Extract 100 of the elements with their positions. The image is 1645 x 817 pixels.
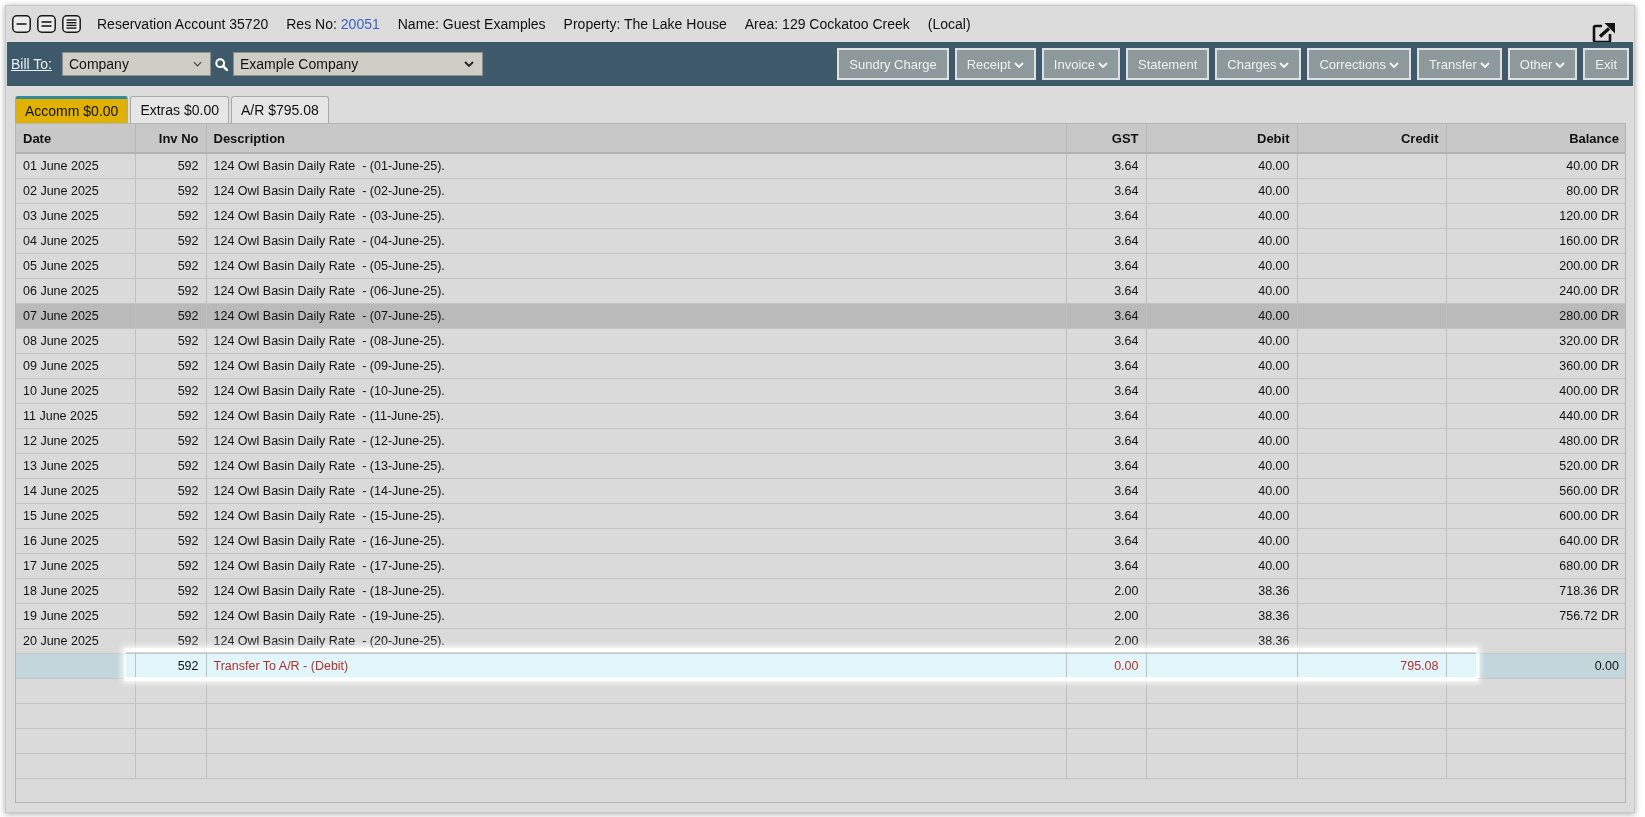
chevron-down-icon: [1098, 62, 1108, 68]
bill-to-link[interactable]: Bill To:: [11, 56, 52, 72]
balance-cell: 120.00 DR: [1446, 203, 1625, 229]
tab[interactable]: A/R $795.08: [231, 96, 329, 123]
invoice-number-cell: 592: [135, 153, 206, 179]
invoice-number-cell: 592: [135, 328, 206, 354]
balance-cell: 756.72 DR: [1446, 603, 1625, 629]
invoice-number-cell: 592: [135, 578, 206, 604]
table-row[interactable]: 09 June 2025 592 124 Owl Basin Daily Rate - (09-June-25). 3.64 40.00 360.00 DR: [16, 353, 1625, 379]
tab[interactable]: Accomm $0.00: [15, 96, 129, 123]
table-row[interactable]: 03 June 2025 592 124 Owl Basin Daily Rate - (03-June-25). 3.64 40.00 120.00 DR: [16, 203, 1625, 229]
balance-cell: 440.00 DR: [1446, 403, 1625, 429]
table-row[interactable]: 16 June 2025 592 124 Owl Basin Daily Rate - (16-June-25). 3.64 40.00 640.00 DR: [16, 528, 1625, 554]
chevron-down-icon: [1479, 62, 1490, 68]
account-title: Reservation Account 35720: [97, 16, 269, 32]
date-cell: 14 June 2025: [16, 478, 135, 504]
date-cell: 08 June 2025: [16, 328, 135, 354]
invoice-number-cell: 592: [135, 378, 206, 404]
gst-cell: 3.64: [1066, 253, 1146, 279]
debit-cell: 40.00: [1146, 528, 1297, 554]
date-cell: 18 June 2025: [16, 578, 135, 604]
description-cell: 124 Owl Basin Daily Rate - (05-June-25).: [206, 253, 1066, 279]
table-row[interactable]: 19 June 2025 592 124 Owl Basin Daily Rate - (19-June-25). 2.00 38.36 756.72 DR: [16, 603, 1625, 629]
balance-cell: 400.00 DR: [1446, 378, 1625, 404]
debit-cell: 40.00: [1146, 278, 1297, 304]
description-cell: 124 Owl Basin Daily Rate - (06-June-25).: [206, 278, 1066, 304]
balance-cell: 718.36 DR: [1446, 578, 1625, 604]
invoice-number-cell: 592: [135, 478, 206, 504]
table-row[interactable]: 10 June 2025 592 124 Owl Basin Daily Rate - (10-June-25). 3.64 40.00 400.00 DR: [16, 378, 1625, 404]
debit-cell: 40.00: [1146, 478, 1297, 504]
table-row[interactable]: 14 June 2025 592 124 Owl Basin Daily Rate - (14-June-25). 3.64 40.00 560.00 DR: [16, 478, 1625, 504]
debit-cell: 40.00: [1146, 253, 1297, 279]
table-row[interactable]: 02 June 2025 592 124 Owl Basin Daily Rate - (02-June-25). 3.64 40.00 80.00 DR: [16, 178, 1625, 204]
column-header[interactable]: Date: [16, 124, 135, 153]
invoice-number-cell: 592: [135, 228, 206, 254]
invoice-number-cell: 592: [135, 278, 206, 304]
res-no-link[interactable]: 20051: [340, 16, 380, 32]
debit-cell: 40.00: [1146, 378, 1297, 404]
tab[interactable]: Extras $0.00: [130, 96, 229, 123]
invoice-number-cell: 592: [135, 303, 206, 329]
guest-name: Name: Guest Examples: [397, 16, 546, 32]
table-row[interactable]: 01 June 2025 592 124 Owl Basin Daily Rate - (01-June-25). 3.64 40.00 40.00 DR: [16, 153, 1625, 179]
description-cell: 124 Owl Basin Daily Rate - (15-June-25).: [206, 503, 1066, 529]
debit-cell: 40.00: [1146, 428, 1297, 454]
table-row[interactable]: 04 June 2025 592 124 Owl Basin Daily Rate - (04-June-25). 3.64 40.00 160.00 DR: [16, 228, 1625, 254]
gst-cell: 2.00: [1066, 603, 1146, 629]
column-header[interactable]: Debit: [1146, 124, 1297, 153]
balance-cell: 600.00 DR: [1446, 503, 1625, 529]
description-cell: 124 Owl Basin Daily Rate - (03-June-25).: [206, 203, 1066, 229]
date-cell: 05 June 2025: [16, 253, 135, 279]
description-cell: 124 Owl Basin Daily Rate - (01-June-25).: [206, 153, 1066, 179]
chevron-down-icon: [464, 61, 474, 67]
description-cell: 124 Owl Basin Daily Rate - (07-June-25).: [206, 303, 1066, 329]
table-row[interactable]: 17 June 2025 592 124 Owl Basin Daily Rate - (17-June-25). 3.64 40.00 680.00 DR: [16, 553, 1625, 579]
company-select[interactable]: Example Company: [233, 52, 483, 76]
external-link-icon[interactable]: [1592, 22, 1616, 44]
gst-cell: 3.64: [1066, 403, 1146, 429]
debit-cell: 40.00: [1146, 303, 1297, 329]
chevron-down-icon: [1555, 62, 1566, 68]
column-header[interactable]: Balance: [1446, 124, 1625, 153]
column-header[interactable]: Credit: [1297, 124, 1446, 153]
table-row[interactable]: 592 Transfer To A/R - (Debit) 0.00 795.08 0.00: [16, 653, 1625, 679]
search-icon[interactable]: [215, 57, 228, 71]
table-row[interactable]: 18 June 2025 592 124 Owl Basin Daily Rate - (18-June-25). 2.00 38.36 718.36 DR: [16, 578, 1625, 604]
table-row[interactable]: 05 June 2025 592 124 Owl Basin Daily Rate - (05-June-25). 3.64 40.00 200.00 DR: [16, 253, 1625, 279]
bill-to-type-select[interactable]: Company: [62, 52, 211, 76]
gst-cell: 2.00: [1066, 578, 1146, 604]
chevron-down-icon: [193, 61, 202, 67]
menu-icon[interactable]: [62, 15, 81, 33]
column-header[interactable]: Inv No: [135, 124, 206, 153]
gst-cell: 3.64: [1066, 478, 1146, 504]
column-header[interactable]: GST: [1066, 124, 1146, 153]
chevron-down-icon: [1388, 62, 1399, 68]
chevron-down-icon: [1279, 62, 1290, 68]
description-cell: 124 Owl Basin Daily Rate - (11-June-25).: [206, 403, 1066, 429]
invoice-number-cell: 592: [135, 253, 206, 279]
invoice-number-cell: 592: [135, 503, 206, 529]
column-header[interactable]: Description: [206, 124, 1066, 153]
description-cell: 124 Owl Basin Daily Rate - (08-June-25).: [206, 328, 1066, 354]
table-row[interactable]: 12 June 2025 592 124 Owl Basin Daily Rate - (12-June-25). 3.64 40.00 480.00 DR: [16, 428, 1625, 454]
gst-cell: 3.64: [1066, 553, 1146, 579]
table-row[interactable]: 15 June 2025 592 124 Owl Basin Daily Rate - (15-June-25). 3.64 40.00 600.00 DR: [16, 503, 1625, 529]
balance-cell: 40.00 DR: [1446, 153, 1625, 179]
table-row[interactable]: 11 June 2025 592 124 Owl Basin Daily Rate - (11-June-25). 3.64 40.00 440.00 DR: [16, 403, 1625, 429]
debit-cell: 40.00: [1146, 203, 1297, 229]
debit-cell: 38.36: [1146, 603, 1297, 629]
date-cell: 12 June 2025: [16, 428, 135, 454]
table-row[interactable]: 07 June 2025 592 124 Owl Basin Daily Rate - (07-June-25). 3.64 40.00 280.00 DR: [16, 303, 1625, 329]
table-row[interactable]: 06 June 2025 592 124 Owl Basin Daily Rate - (06-June-25). 3.64 40.00 240.00 DR: [16, 278, 1625, 304]
date-cell: 15 June 2025: [16, 503, 135, 529]
date-cell: 10 June 2025: [16, 378, 135, 404]
invoice-number-cell: 592: [135, 203, 206, 229]
table-row[interactable]: 13 June 2025 592 124 Owl Basin Daily Rate - (13-June-25). 3.64 40.00 520.00 DR: [16, 453, 1625, 479]
table-row[interactable]: 08 June 2025 592 124 Owl Basin Daily Rate - (08-June-25). 3.64 40.00 320.00 DR: [16, 328, 1625, 354]
minus-icon[interactable]: [12, 15, 31, 33]
invoice-number-cell: 592: [135, 603, 206, 629]
invoice-number-cell: 592: [135, 553, 206, 579]
area-name: Area: 129 Cockatoo Creek: [744, 16, 910, 32]
gst-cell: 3.64: [1066, 453, 1146, 479]
date-cell: 20 June 2025: [16, 628, 135, 654]
